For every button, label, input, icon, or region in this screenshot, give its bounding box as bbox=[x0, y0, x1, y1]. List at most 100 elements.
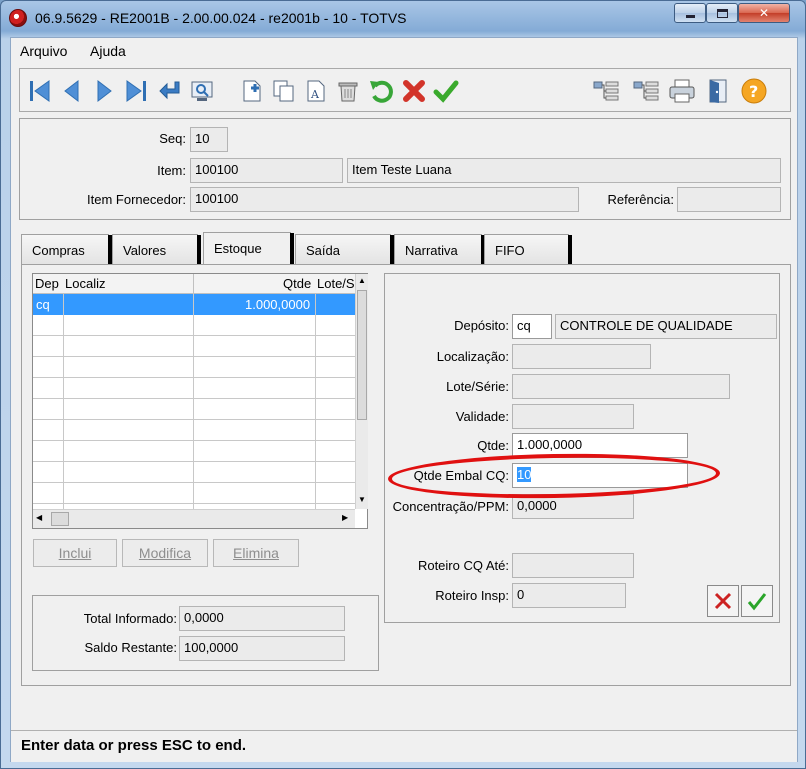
tab-label: Compras bbox=[32, 243, 85, 258]
validade-field[interactable] bbox=[512, 404, 634, 429]
stock-grid[interactable]: Dep Localiz Qtde Lote/S cq 1.000,0000 ▲ … bbox=[32, 273, 368, 529]
minimize-button[interactable] bbox=[674, 3, 706, 23]
check-icon bbox=[747, 593, 767, 611]
menu-bar: Arquivo Ajuda bbox=[11, 38, 797, 64]
col-lote[interactable]: Lote/S bbox=[317, 276, 355, 291]
help-icon: ? bbox=[741, 78, 767, 104]
item-label: Item: bbox=[157, 163, 186, 178]
first-record-button[interactable] bbox=[26, 77, 54, 105]
menu-ajuda[interactable]: Ajuda bbox=[90, 43, 126, 59]
tab-label: Estoque bbox=[214, 241, 262, 256]
seq-label: Seq: bbox=[159, 131, 186, 146]
tree-icon bbox=[593, 81, 619, 101]
seq-field[interactable]: 10 bbox=[190, 127, 228, 152]
door-exit-icon bbox=[709, 79, 727, 103]
roteiro-cq-label: Roteiro CQ Até: bbox=[417, 558, 509, 573]
confirm-detail-button[interactable] bbox=[741, 585, 773, 617]
tree-view-button[interactable] bbox=[592, 77, 620, 105]
grid-header: Dep Localiz Qtde Lote/S bbox=[33, 274, 355, 294]
hscroll-thumb[interactable] bbox=[51, 512, 69, 526]
help-button[interactable]: ? bbox=[740, 77, 768, 105]
saldo-restante-label: Saldo Restante: bbox=[84, 640, 177, 655]
close-window-button[interactable]: ✕ bbox=[738, 3, 790, 23]
elimina-button[interactable]: Elimina bbox=[213, 539, 299, 567]
new-record-button[interactable] bbox=[238, 77, 266, 105]
tab-fifo[interactable]: FIFO bbox=[484, 234, 572, 267]
next-record-button[interactable] bbox=[90, 77, 118, 105]
tree-icon bbox=[633, 81, 659, 101]
deposito-code-field[interactable]: cq bbox=[512, 314, 552, 339]
tab-saida[interactable]: Saída bbox=[295, 234, 394, 267]
col-dep[interactable]: Dep bbox=[35, 276, 59, 291]
scroll-right-icon[interactable]: ▶ bbox=[342, 513, 348, 522]
roteiro-cq-field[interactable] bbox=[512, 553, 634, 578]
item-fornecedor-label: Item Fornecedor: bbox=[87, 192, 186, 207]
edit-record-button[interactable]: A bbox=[302, 77, 330, 105]
scroll-up-icon[interactable]: ▲ bbox=[358, 276, 366, 285]
menu-arquivo[interactable]: Arquivo bbox=[20, 43, 67, 59]
roteiro-insp-label: Roteiro Insp: bbox=[435, 588, 509, 603]
svg-text:?: ? bbox=[749, 82, 758, 101]
concentracao-label: Concentração/PPM: bbox=[392, 499, 509, 514]
window-title: 06.9.5629 - RE2001B - 2.00.00.024 - re20… bbox=[35, 10, 407, 26]
maximize-button[interactable] bbox=[706, 3, 738, 23]
last-icon bbox=[126, 80, 146, 102]
delete-record-button[interactable] bbox=[334, 77, 362, 105]
annotation-highlight-oval bbox=[387, 451, 721, 501]
red-x-icon bbox=[403, 80, 425, 102]
col-localiz[interactable]: Localiz bbox=[65, 276, 105, 291]
horizontal-scrollbar[interactable]: ◀ ▶ bbox=[33, 509, 355, 528]
modifica-button[interactable]: Modifica bbox=[122, 539, 208, 567]
confirm-button[interactable] bbox=[432, 77, 460, 105]
lote-serie-field[interactable] bbox=[512, 374, 730, 399]
previous-record-button[interactable] bbox=[58, 77, 86, 105]
saldo-restante-field[interactable]: 100,0000 bbox=[179, 636, 345, 661]
tab-valores[interactable]: Valores bbox=[112, 234, 201, 267]
search-screen-icon bbox=[191, 81, 213, 101]
search-button[interactable] bbox=[188, 77, 216, 105]
print-button[interactable] bbox=[668, 77, 696, 105]
scroll-thumb[interactable] bbox=[357, 290, 367, 420]
undo-button[interactable] bbox=[368, 77, 396, 105]
header-panel: Seq: 10 Item: 100100 Item Teste Luana It… bbox=[19, 118, 791, 220]
localizacao-field[interactable] bbox=[512, 344, 651, 369]
tab-label: Saída bbox=[306, 243, 340, 258]
tab-narrativa[interactable]: Narrativa bbox=[394, 234, 485, 267]
grid-empty-rows bbox=[33, 315, 355, 509]
printer-icon bbox=[669, 79, 695, 103]
item-fornecedor-field[interactable]: 100100 bbox=[190, 187, 579, 212]
first-icon bbox=[30, 80, 50, 102]
col-qtde[interactable]: Qtde bbox=[283, 276, 311, 291]
last-record-button[interactable] bbox=[122, 77, 150, 105]
enter-arrow-icon bbox=[159, 81, 180, 100]
tab-label: Narrativa bbox=[405, 243, 458, 258]
qtde-label: Qtde: bbox=[477, 438, 509, 453]
go-to-button[interactable] bbox=[156, 77, 184, 105]
next-icon bbox=[97, 79, 112, 103]
item-code-field[interactable]: 100100 bbox=[190, 158, 343, 183]
cancel-button[interactable] bbox=[400, 77, 428, 105]
vertical-scrollbar[interactable]: ▲ ▼ bbox=[355, 274, 368, 509]
scroll-down-icon[interactable]: ▼ bbox=[358, 495, 366, 504]
copy-icon bbox=[273, 80, 294, 102]
detail-panel: Depósito: cq CONTROLE DE QUALIDADE Local… bbox=[384, 273, 780, 623]
exit-button[interactable] bbox=[704, 77, 732, 105]
roteiro-insp-field[interactable]: 0 bbox=[512, 583, 626, 608]
tab-strip: Compras Valores Estoque Saída Narrativa … bbox=[21, 232, 791, 268]
tab-label: FIFO bbox=[495, 243, 525, 258]
table-row[interactable]: cq 1.000,0000 bbox=[33, 294, 355, 315]
previous-icon bbox=[64, 79, 79, 103]
copy-record-button[interactable] bbox=[270, 77, 298, 105]
new-document-icon bbox=[243, 80, 261, 102]
inclui-button[interactable]: Inclui bbox=[33, 539, 117, 567]
tree-view-2-button[interactable] bbox=[632, 77, 660, 105]
total-informado-field[interactable]: 0,0000 bbox=[179, 606, 345, 631]
tab-estoque[interactable]: Estoque bbox=[203, 232, 294, 266]
deposito-description-field[interactable]: CONTROLE DE QUALIDADE bbox=[555, 314, 777, 339]
cancel-detail-button[interactable] bbox=[707, 585, 739, 617]
deposito-label: Depósito: bbox=[454, 318, 509, 333]
referencia-field[interactable] bbox=[677, 187, 781, 212]
item-description-field[interactable]: Item Teste Luana bbox=[347, 158, 781, 183]
tab-compras[interactable]: Compras bbox=[21, 234, 112, 267]
scroll-left-icon[interactable]: ◀ bbox=[36, 513, 42, 522]
